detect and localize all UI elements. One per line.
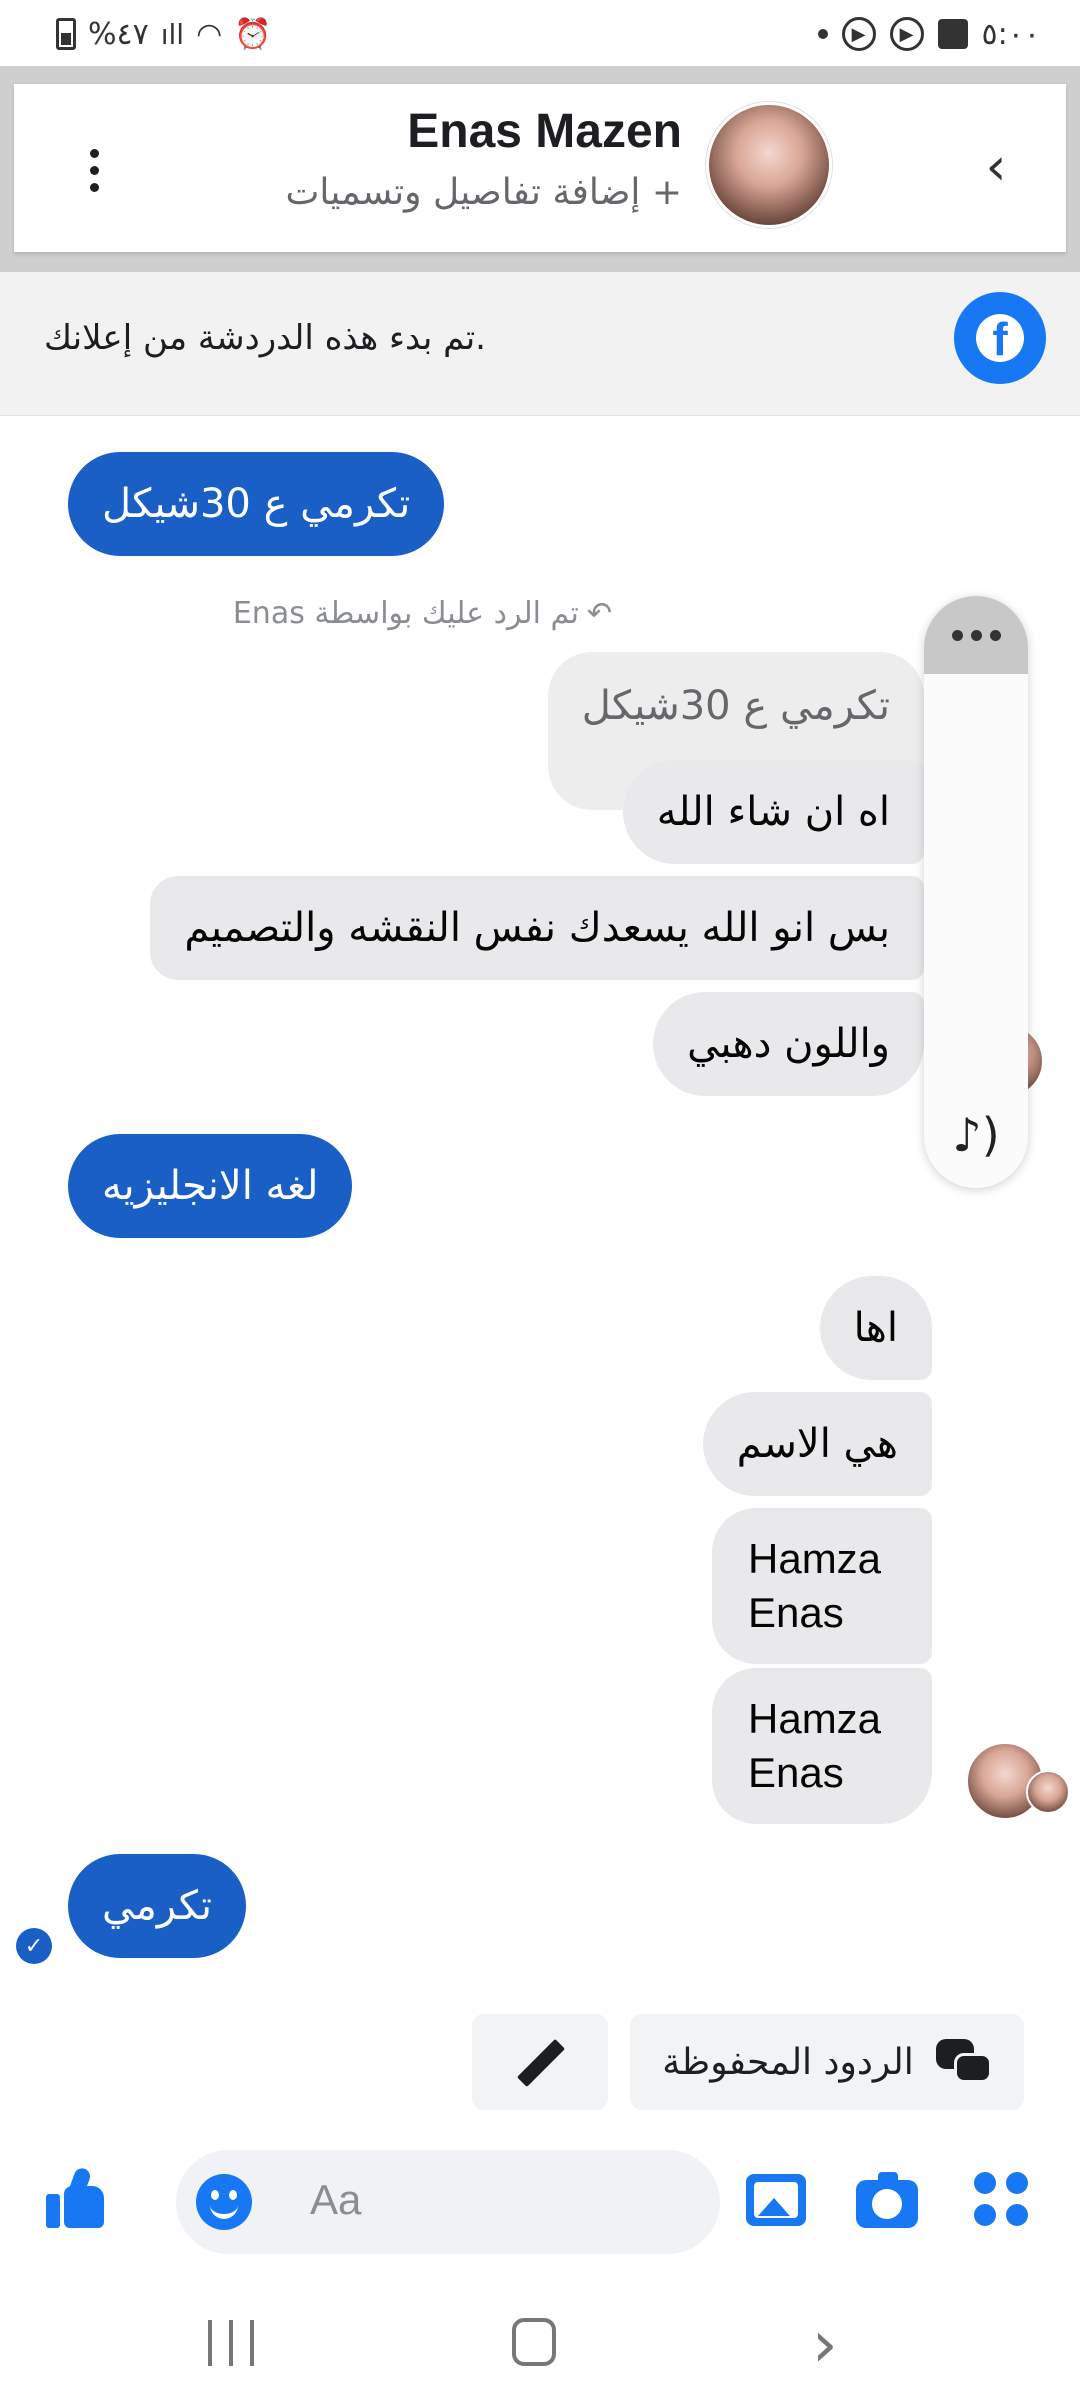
alarm-icon: ⏰	[234, 16, 272, 52]
outgoing-message[interactable]: تكرمي ع 30شيكل	[68, 452, 445, 556]
reply-indicator: ↶ تم الرد عليك بواسطة Enas	[233, 596, 612, 631]
signal-icon: ıll	[160, 17, 185, 51]
incoming-message[interactable]: بس انو الله يسعدك نفس النقشه والتصميم	[150, 876, 924, 980]
edit-button[interactable]	[472, 2014, 608, 2110]
dot-icon	[951, 629, 963, 641]
saved-replies-label: الردود المحفوظة	[662, 2041, 914, 2083]
message-input[interactable]: Aa	[176, 2150, 720, 2254]
reply-indicator-text: تم الرد عليك بواسطة Enas	[232, 596, 579, 631]
audio-message-icon[interactable]: ♪)	[924, 1100, 1028, 1170]
emoji-icon[interactable]	[196, 2174, 252, 2230]
recent-apps-button[interactable]	[208, 2320, 254, 2366]
more-options-button[interactable]	[74, 140, 114, 200]
gallery-notification-icon	[937, 19, 968, 49]
dot-icon	[89, 148, 99, 158]
pencil-icon	[512, 2034, 568, 2090]
dot-icon	[89, 165, 99, 175]
reply-arrow-icon: ↶	[586, 596, 612, 631]
message-input-placeholder: Aa	[310, 2176, 362, 2223]
outgoing-message[interactable]: لغه الانجليزيه	[68, 1134, 353, 1238]
facebook-logo-icon: f	[954, 292, 1046, 384]
chat-header: Enas Mazen + إضافة تفاصيل وتسميات ‹	[14, 84, 1066, 252]
status-left: %٤٧ ıll ◠ ⏰	[56, 14, 272, 54]
camera-icon[interactable]	[856, 2172, 918, 2228]
dot-icon	[989, 629, 1001, 641]
battery-icon	[56, 18, 76, 50]
incoming-message[interactable]: واللون دهبي	[653, 992, 924, 1096]
facebook-f-icon: f	[976, 314, 1024, 362]
sent-check-icon: ✓	[16, 1928, 52, 1964]
playback-icon: ▶	[841, 17, 876, 51]
back-nav-button[interactable]: ›	[812, 2308, 838, 2382]
add-details-link[interactable]: + إضافة تفاصيل وتسميات	[286, 172, 683, 213]
ad-origin-text: .تم بدء هذه الدردشة من إعلانك	[44, 318, 486, 358]
playback-icon-2: ▶	[889, 17, 924, 51]
more-actions-button[interactable]	[924, 596, 1028, 674]
wifi-icon: ◠	[196, 16, 223, 52]
apps-icon[interactable]	[974, 2172, 1030, 2228]
contact-avatar[interactable]	[706, 102, 832, 228]
message-actions-rail[interactable]: ♪)	[924, 596, 1028, 1188]
system-nav-bar: ›	[0, 2290, 1080, 2408]
seen-avatar	[1026, 1770, 1070, 1814]
like-button[interactable]	[46, 2166, 110, 2232]
incoming-message[interactable]: Hamza Enas	[712, 1508, 932, 1664]
incoming-message[interactable]: اه ان شاء الله	[622, 760, 924, 864]
ad-origin-banner: .تم بدء هذه الدردشة من إعلانك f	[0, 272, 1080, 416]
thumbs-up-icon	[46, 2194, 60, 2228]
dot-icon	[970, 629, 982, 641]
dot-icon	[89, 182, 99, 192]
battery-percent: %٤٧	[88, 16, 149, 52]
incoming-message[interactable]: هي الاسم	[702, 1392, 932, 1496]
clock: ٥:٠٠	[981, 16, 1040, 52]
gallery-icon[interactable]	[746, 2174, 806, 2226]
incoming-message[interactable]: اها	[819, 1276, 932, 1380]
back-button[interactable]: ‹	[966, 132, 1026, 202]
chevron-left-icon: ‹	[985, 137, 1007, 197]
notification-dot-icon	[817, 29, 828, 39]
message-composer: Aa	[0, 2130, 1080, 2270]
saved-replies-button[interactable]: الردود المحفوظة	[630, 2014, 1024, 2110]
home-button[interactable]	[512, 2318, 556, 2366]
incoming-message[interactable]: Hamza Enas	[712, 1668, 932, 1824]
contact-name[interactable]: Enas Mazen	[407, 104, 682, 159]
status-right: ▶ ▶ ٥:٠٠	[817, 14, 1040, 54]
saved-replies-icon	[935, 2039, 992, 2085]
outgoing-message[interactable]: تكرمي	[68, 1854, 247, 1958]
status-bar: %٤٧ ıll ◠ ⏰ ▶ ▶ ٥:٠٠	[0, 0, 1080, 66]
